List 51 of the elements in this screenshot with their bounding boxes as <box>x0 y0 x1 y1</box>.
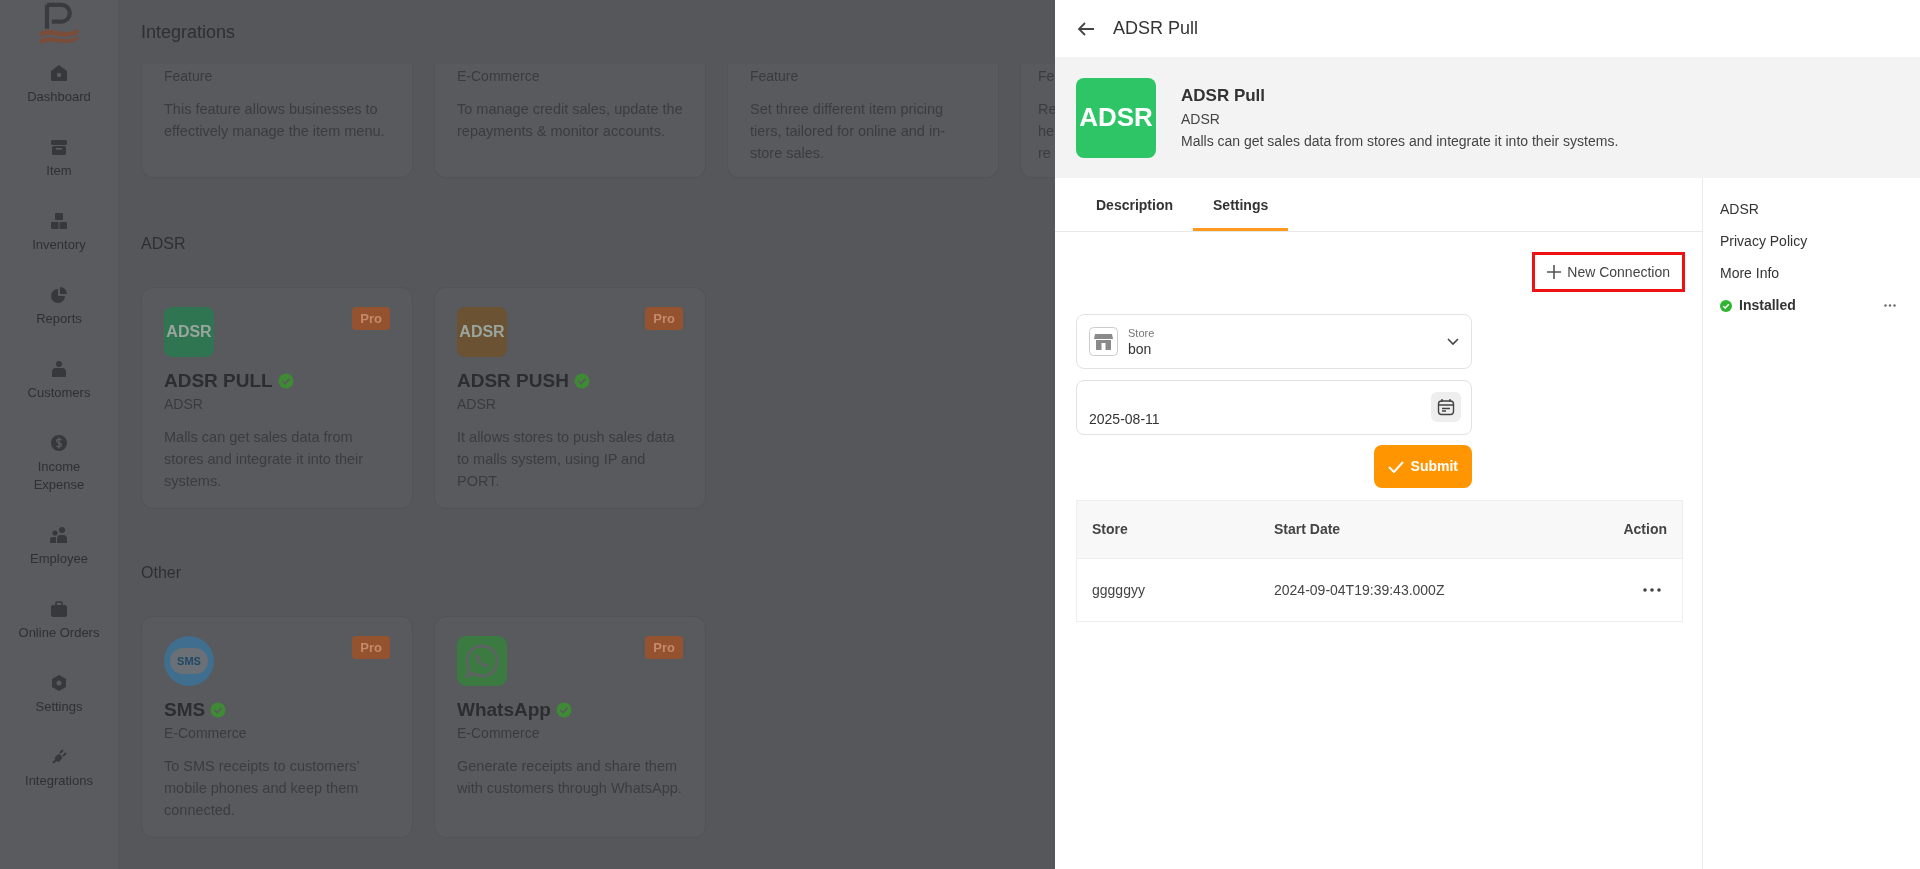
back-button[interactable] <box>1077 20 1095 37</box>
tab[interactable]: Settings <box>1193 178 1289 231</box>
pro-badge: Pro <box>645 307 683 330</box>
hexagon-gear-icon <box>50 674 68 692</box>
app-logo: ADSR <box>457 307 507 357</box>
storefront-icon <box>1089 327 1118 356</box>
pie-chart-icon <box>50 286 68 304</box>
app-logo: SMS <box>164 636 214 686</box>
house-icon <box>50 64 68 82</box>
app-logo: ADSR <box>1076 77 1156 158</box>
more-button[interactable] <box>1884 304 1896 307</box>
calendar-button[interactable] <box>1431 392 1461 422</box>
app-logo: ADSR <box>164 307 214 357</box>
check-icon <box>1387 460 1404 473</box>
store-select[interactable]: Store bon <box>1076 314 1472 369</box>
status-label: Installed <box>1739 296 1796 315</box>
more-icon <box>1884 304 1896 307</box>
side-link[interactable]: ADSR <box>1720 199 1759 219</box>
field-value: bon <box>1128 339 1153 358</box>
pro-badge: Pro <box>352 307 390 330</box>
dollar-coin-icon <box>50 434 68 452</box>
plus-icon <box>1547 265 1562 279</box>
submit-button[interactable]: Submit <box>1373 445 1472 488</box>
chevron-down-icon <box>1447 337 1459 346</box>
date-field[interactable]: 2025-08-11 <box>1076 380 1472 435</box>
person-icon <box>50 360 68 378</box>
more-icon <box>1643 588 1661 592</box>
side-link[interactable]: Privacy Policy <box>1720 231 1808 251</box>
column-header: Store <box>1092 520 1129 539</box>
table-cell-text: 2024-09-04T19:39:43.000Z <box>1274 580 1446 600</box>
boxes-icon <box>50 212 68 230</box>
back-arrow-icon <box>1077 20 1095 37</box>
people-icon <box>49 526 69 544</box>
side-link[interactable]: More Info <box>1720 263 1780 283</box>
row-menu-button[interactable] <box>1643 588 1661 592</box>
pro-badge: Pro <box>352 636 390 659</box>
app-name: ADSR Pull <box>1181 84 1267 107</box>
table-cell-text: gggggyy <box>1092 580 1146 600</box>
panel-title: ADSR Pull <box>1113 17 1199 40</box>
new-connection-button[interactable]: New Connection <box>1532 252 1685 292</box>
app-description: Malls can get sales data from stores and integrate it into their systems. <box>1181 131 1619 151</box>
plug-icon <box>50 748 68 766</box>
column-header: Action <box>1622 520 1667 539</box>
archive-box-icon <box>50 138 68 156</box>
app-vendor: ADSR <box>1181 109 1221 129</box>
calendar-icon <box>1437 398 1455 416</box>
tab[interactable]: Description <box>1076 178 1193 231</box>
field-label: Store <box>1128 325 1156 340</box>
briefcase-icon <box>50 600 68 618</box>
pro-badge: Pro <box>645 636 683 659</box>
column-header: Start Date <box>1274 520 1342 539</box>
